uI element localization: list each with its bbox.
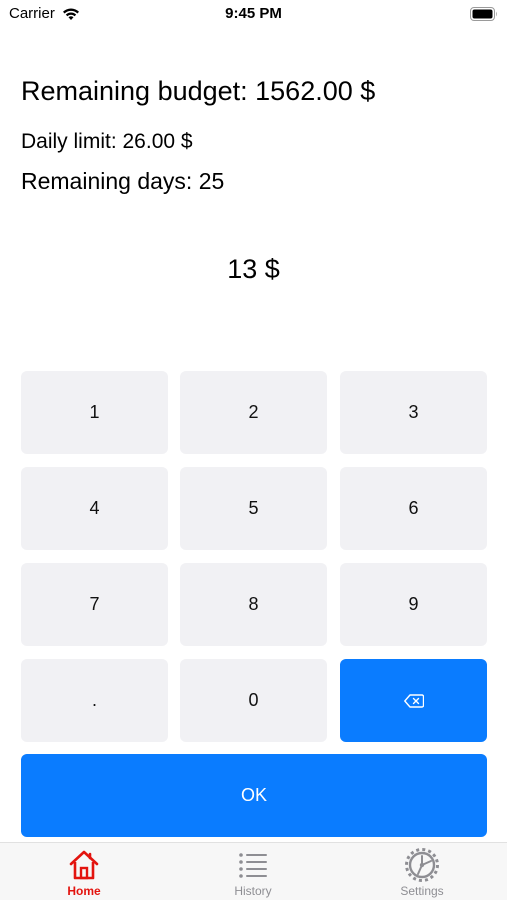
key-1[interactable]: 1 (21, 371, 168, 454)
backspace-button[interactable] (340, 659, 487, 742)
amount-display: 13 $ (227, 254, 280, 284)
remaining-budget-label: Remaining budget: 1562.00 $ (21, 76, 376, 106)
key-7[interactable]: 7 (21, 563, 168, 646)
key-6[interactable]: 6 (340, 467, 487, 550)
tab-settings[interactable]: Settings (367, 843, 477, 900)
app-screen: Carrier 9:45 PM Remaining budget: 1562.0… (0, 0, 507, 900)
battery-icon (470, 7, 497, 21)
key-0[interactable]: 0 (180, 659, 327, 742)
key-3[interactable]: 3 (340, 371, 487, 454)
key-decimal[interactable]: . (21, 659, 168, 742)
key-4[interactable]: 4 (21, 467, 168, 550)
tab-history[interactable]: History (198, 843, 308, 900)
key-8[interactable]: 8 (180, 563, 327, 646)
tab-home-label: Home (67, 884, 101, 898)
tab-bar: Home History Settings (0, 842, 507, 900)
key-9[interactable]: 9 (340, 563, 487, 646)
status-bar: Carrier 9:45 PM (0, 0, 507, 30)
tab-history-label: History (234, 884, 272, 898)
remaining-days-label: Remaining days: 25 (21, 168, 225, 194)
status-time: 9:45 PM (225, 5, 282, 22)
key-5[interactable]: 5 (180, 467, 327, 550)
list-icon (239, 853, 267, 878)
key-2[interactable]: 2 (180, 371, 327, 454)
daily-limit-label: Daily limit: 26.00 $ (21, 130, 193, 153)
home-icon (69, 850, 99, 880)
backspace-icon (403, 693, 424, 708)
tab-home[interactable]: Home (29, 843, 139, 900)
ok-button[interactable]: OK (21, 754, 487, 837)
gear-icon (405, 848, 439, 882)
tab-settings-label: Settings (400, 884, 444, 898)
